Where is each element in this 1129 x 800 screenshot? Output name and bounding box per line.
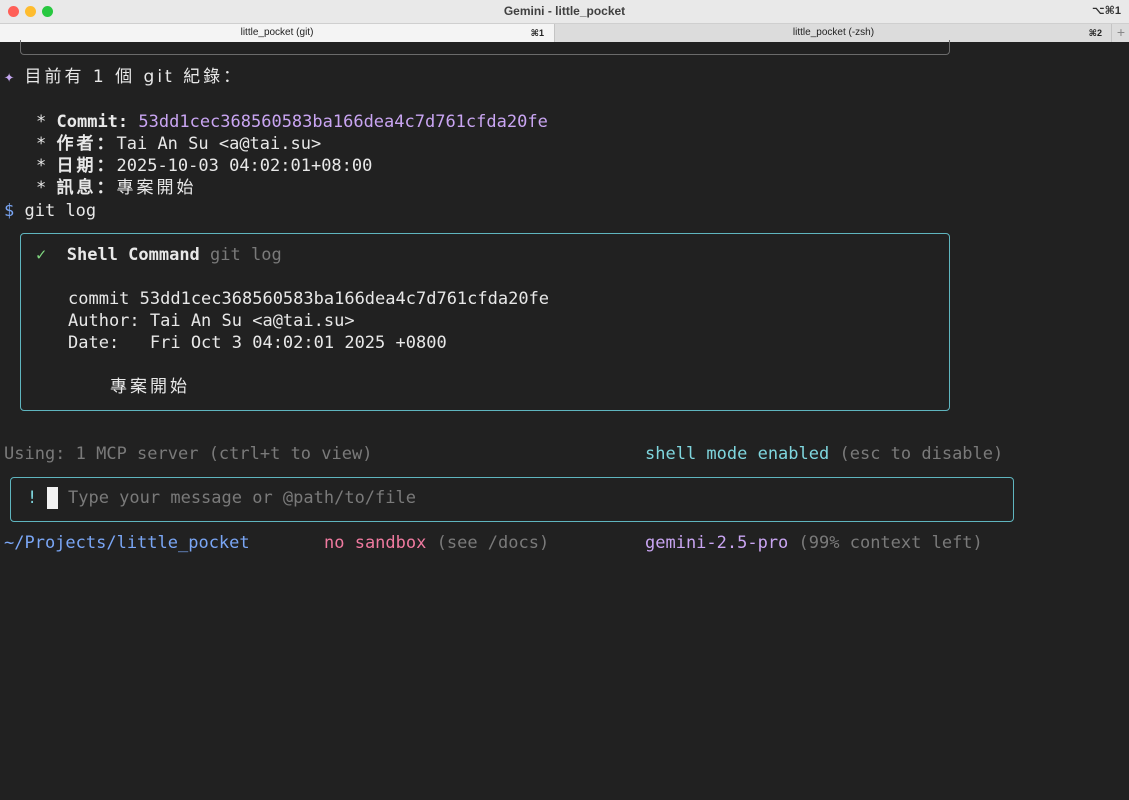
output-commit-message: 專案開始 bbox=[110, 377, 190, 397]
check-icon: ✓ bbox=[36, 245, 47, 265]
shell-mode-hint: (esc to disable) bbox=[839, 444, 1004, 464]
shell-command-header: ✓ Shell Command git log bbox=[36, 244, 282, 266]
window-shortcut: ⌥⌘1 bbox=[1092, 5, 1121, 17]
tab-shortcut: ⌘2 bbox=[1088, 28, 1102, 38]
terminal-area[interactable]: ✦ 目前有 1 個 git 紀錄： * Commit: 53dd1cec3685… bbox=[0, 40, 1129, 800]
text-cursor bbox=[47, 487, 58, 509]
footer-path: ~/Projects/little_pocket bbox=[4, 533, 250, 553]
shell-command-title: Shell Command bbox=[66, 245, 200, 265]
output-line: Author: Tai An Su <a@tai.su> bbox=[68, 311, 355, 331]
commit-label: Commit: bbox=[56, 112, 129, 132]
shell-prefix: ! bbox=[27, 488, 38, 508]
model-name: gemini-2.5-pro bbox=[645, 533, 789, 553]
input-placeholder: Type your message or @path/to/file bbox=[68, 488, 416, 508]
footer-model: gemini-2.5-pro (99% context left) bbox=[645, 532, 983, 554]
output-line: commit 53dd1cec368560583ba166dea4c7d761c… bbox=[68, 289, 550, 309]
new-tab-button[interactable]: + bbox=[1111, 24, 1129, 42]
commit-hash: 53dd1cec368560583ba166dea4c7d761cfda20fe bbox=[138, 112, 548, 132]
message-input[interactable]: ! Type your message or @path/to/file bbox=[10, 477, 1014, 522]
author-value: Tai An Su <a@tai.su> bbox=[116, 134, 322, 154]
commit-item: * Commit: 53dd1cec368560583ba166dea4c7d7… bbox=[36, 112, 548, 132]
window-title: Gemini - little_pocket bbox=[503, 4, 626, 18]
shell-command-name: git log bbox=[210, 245, 282, 265]
message-value: 專案開始 bbox=[116, 178, 197, 198]
context-left: (99% context left) bbox=[798, 533, 983, 553]
message-label: 訊息： bbox=[56, 178, 117, 198]
mcp-status: Using: 1 MCP server (ctrl+t to view) bbox=[4, 444, 373, 464]
author-label: 作者： bbox=[56, 134, 117, 154]
sandbox-hint: (see /docs) bbox=[436, 533, 550, 553]
date-item: * 日期：2025-10-03 04:02:01+08:00 bbox=[36, 156, 373, 176]
prompt-line: $ git log bbox=[4, 200, 96, 222]
author-item: * 作者：Tai An Su <a@tai.su> bbox=[36, 134, 322, 154]
prompt-symbol: $ bbox=[4, 201, 15, 221]
shell-mode-text: shell mode enabled bbox=[645, 444, 830, 464]
response-heading: 目前有 1 個 git 紀錄： bbox=[24, 67, 244, 87]
prompt-command: git log bbox=[24, 201, 97, 221]
footer-sandbox: no sandbox (see /docs) bbox=[324, 532, 549, 554]
window-titlebar: Gemini - little_pocket ⌥⌘1 bbox=[0, 0, 1129, 24]
shell-mode-status: shell mode enabled (esc to disable) bbox=[645, 443, 1003, 465]
output-line: Date: Fri Oct 3 04:02:01 2025 +0800 bbox=[68, 333, 447, 353]
date-label: 日期： bbox=[56, 156, 117, 176]
previous-output-box bbox=[20, 40, 950, 55]
gemini-star-icon: ✦ bbox=[4, 67, 15, 87]
date-value: 2025-10-03 04:02:01+08:00 bbox=[116, 156, 373, 176]
response-heading-line: ✦ 目前有 1 個 git 紀錄： bbox=[4, 66, 243, 88]
message-item: * 訊息：專案開始 bbox=[36, 178, 197, 198]
sandbox-status: no sandbox bbox=[324, 533, 427, 553]
